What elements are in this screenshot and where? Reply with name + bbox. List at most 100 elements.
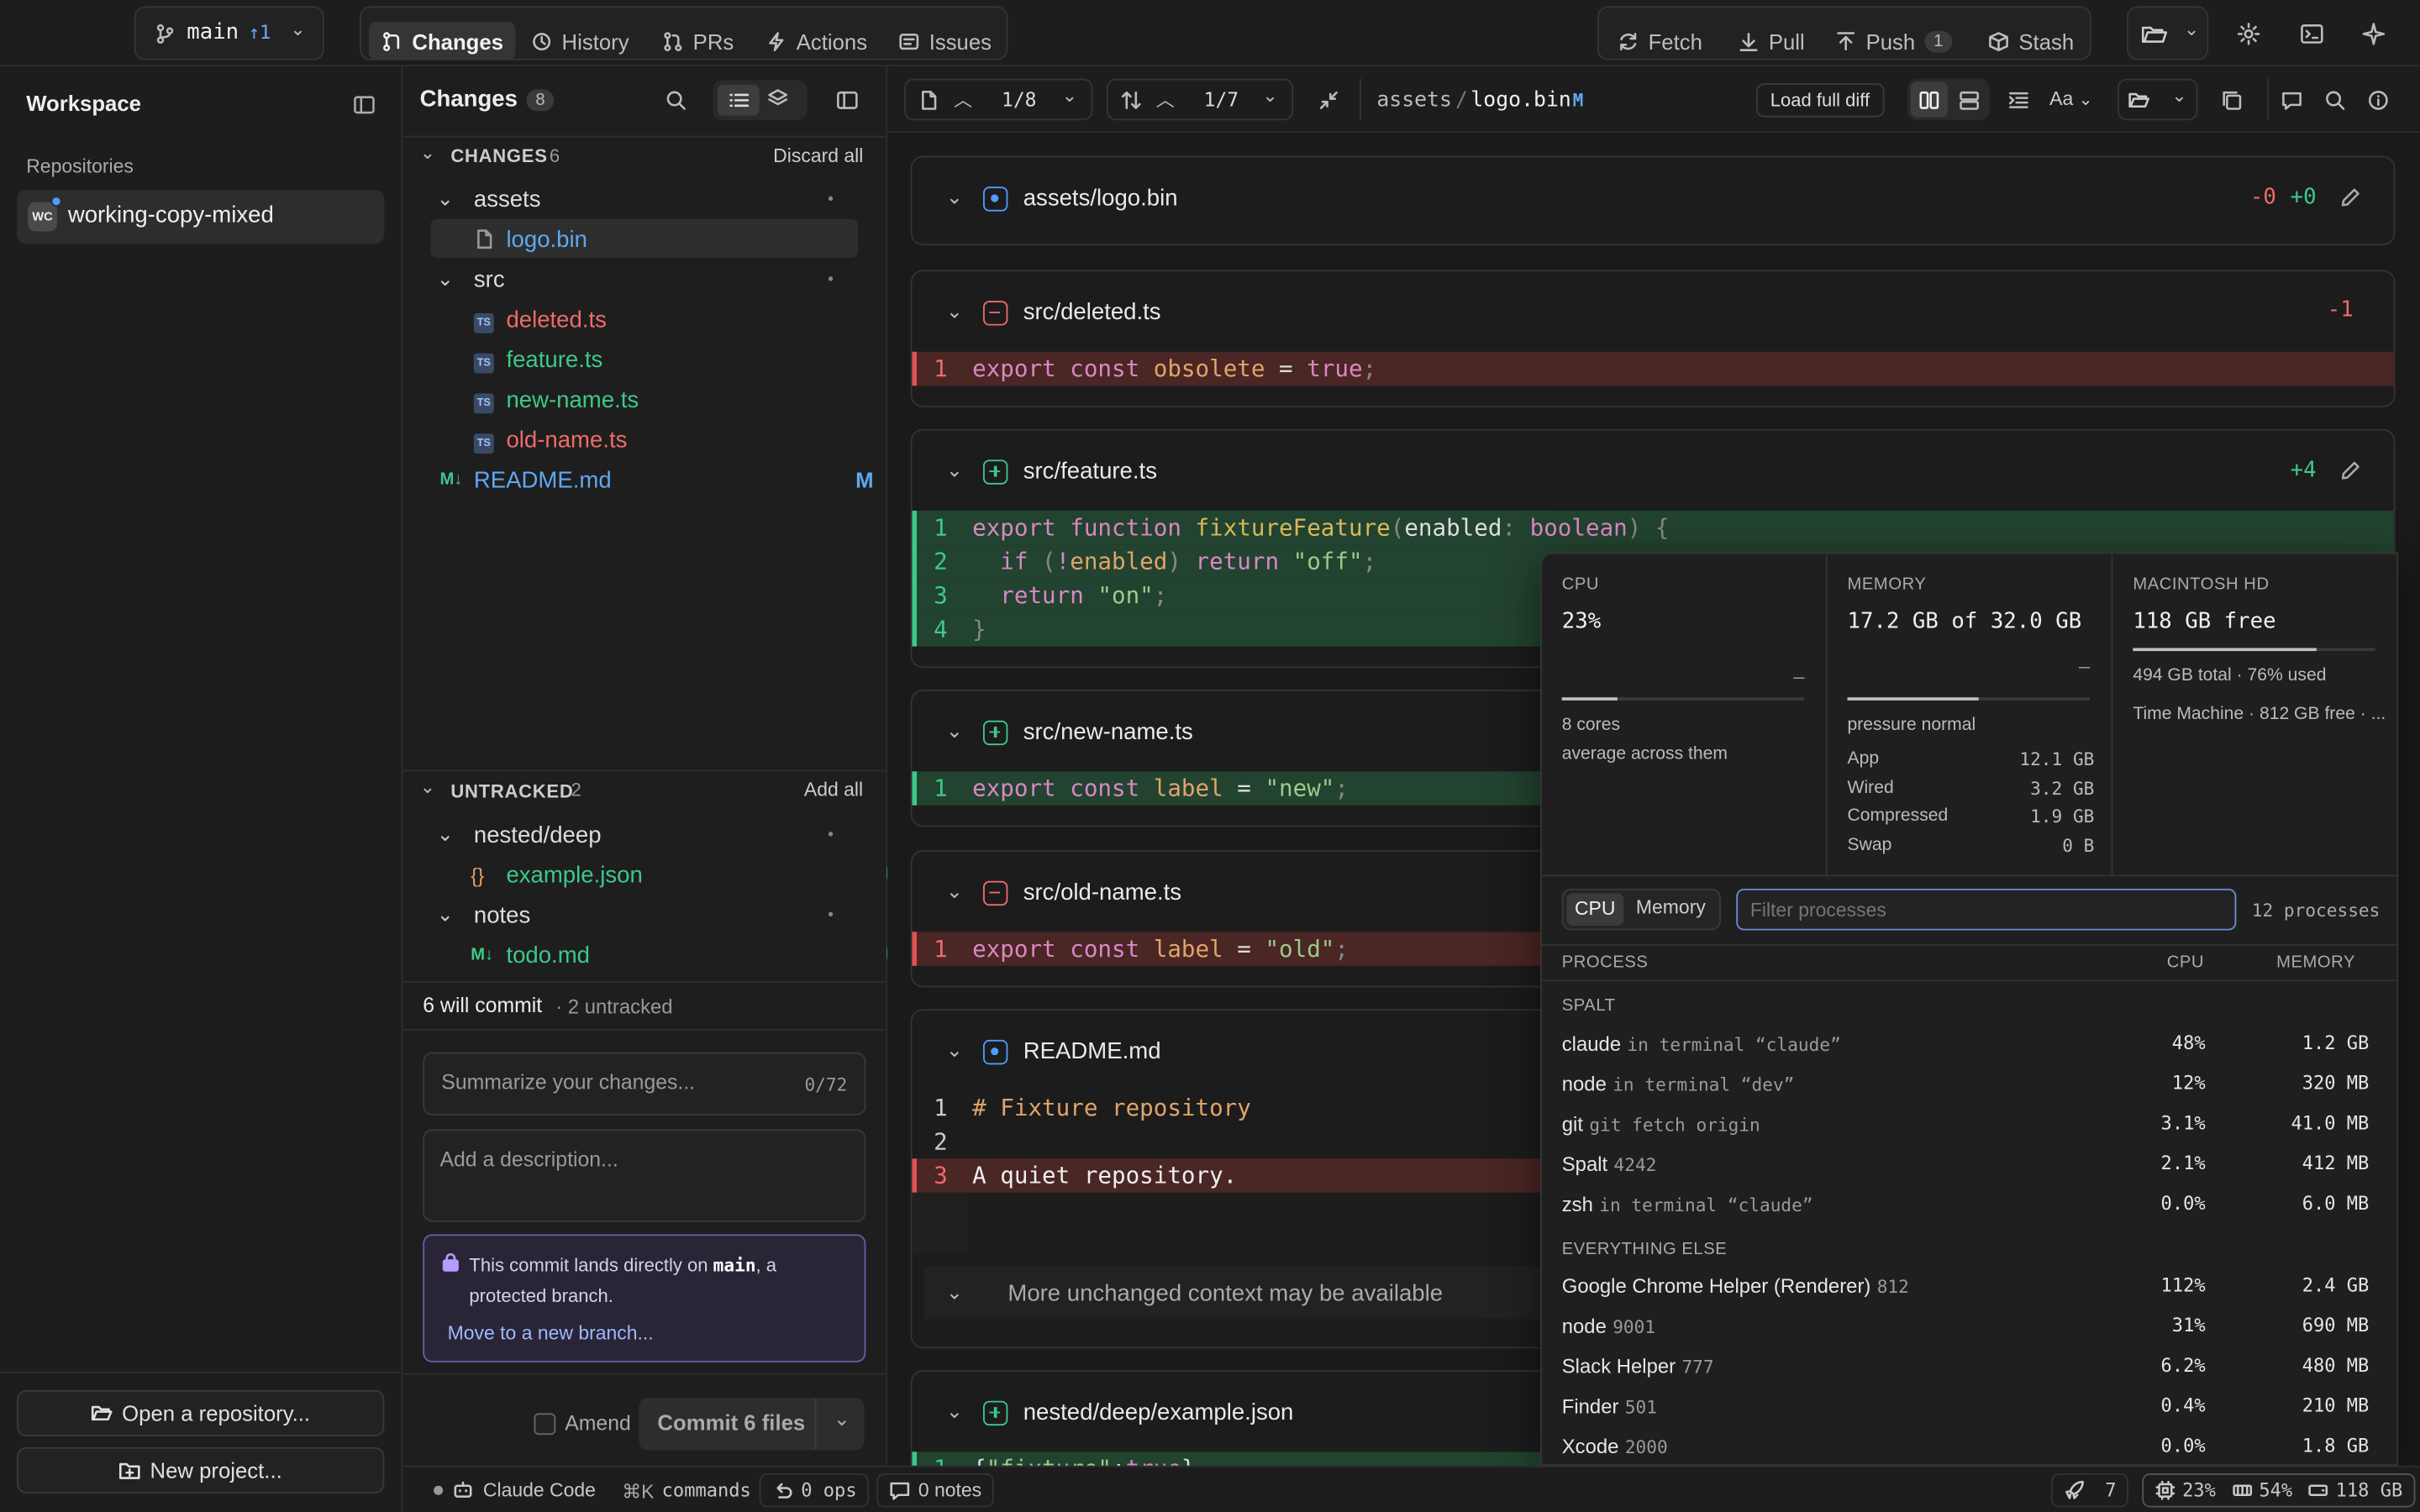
- new-project-button[interactable]: New project...: [17, 1446, 385, 1494]
- chevron-down-icon[interactable]: ⌄: [834, 1407, 850, 1431]
- discard-all-button[interactable]: Discard all: [773, 145, 863, 167]
- system-stats-button[interactable]: 23% 54% 118 GB: [2142, 1473, 2415, 1508]
- panel-layout-icon[interactable]: [836, 90, 858, 112]
- unified-view-icon[interactable]: [1959, 90, 1981, 112]
- hunk-navigator: ︿ 1/7 ⌄: [1106, 78, 1294, 121]
- split-view-icon[interactable]: [1910, 81, 1948, 118]
- tree-folder-nested-deep[interactable]: ⌄ nested/deep •: [437, 815, 885, 855]
- tab-actions[interactable]: Actions: [753, 22, 879, 60]
- changes-section-toggle[interactable]: ⌄: [420, 142, 435, 164]
- info-icon[interactable]: [2367, 90, 2389, 112]
- indent-icon[interactable]: [2008, 90, 2030, 112]
- add-all-button[interactable]: Add all: [804, 780, 863, 801]
- rocket-counter[interactable]: 7: [2050, 1473, 2129, 1508]
- commit-summary-input[interactable]: Summarize your changes... 0/72: [423, 1052, 866, 1116]
- diff-card-header[interactable]: ⌄ assets/logo.bin: [912, 157, 2393, 238]
- sparkle-icon[interactable]: [2361, 22, 2386, 46]
- gear-icon[interactable]: [2236, 22, 2260, 46]
- load-full-diff-button[interactable]: Load full diff: [1756, 83, 1884, 118]
- markdown-icon: M↓: [471, 945, 494, 964]
- column-header-memory[interactable]: MEMORY: [2276, 953, 2355, 972]
- comment-icon[interactable]: [2281, 90, 2303, 112]
- column-header-process[interactable]: PROCESS: [1562, 953, 1649, 972]
- terminal-icon[interactable]: [2300, 22, 2324, 46]
- command-palette-hint[interactable]: ⌘K commands: [622, 1479, 751, 1503]
- diff-file-name: README.md: [1023, 1037, 1161, 1064]
- tree-folder-assets[interactable]: ⌄ assets •: [437, 179, 885, 219]
- process-row[interactable]: zsh in terminal “claude” 0.0% 6.0 MB: [1542, 1184, 2397, 1224]
- process-row[interactable]: node in terminal “dev” 12% 320 MB: [1542, 1063, 2397, 1103]
- list-view-icon[interactable]: [718, 85, 760, 116]
- process-row[interactable]: node 9001 31% 690 MB: [1542, 1305, 2397, 1346]
- stack-view-icon[interactable]: [767, 88, 789, 110]
- tab-changes[interactable]: Changes: [368, 21, 516, 60]
- untracked-section-toggle[interactable]: ⌄: [420, 776, 435, 798]
- diff-card-header[interactable]: ⌄ src/feature.ts: [912, 430, 2393, 511]
- process-row[interactable]: Finder 501 0.4% 210 MB: [1542, 1385, 2397, 1425]
- agent-indicator[interactable]: Claude Code: [452, 1479, 596, 1501]
- search-icon[interactable]: [666, 90, 687, 112]
- notes-button[interactable]: 0 notes: [876, 1473, 994, 1508]
- process-row[interactable]: Xcode 2000 0.0% 1.8 GB: [1542, 1425, 2397, 1464]
- stash-button[interactable]: Stash: [1975, 22, 2086, 60]
- pull-button[interactable]: Pull: [1725, 22, 1817, 60]
- search-icon[interactable]: [2324, 90, 2346, 112]
- tab-prs[interactable]: PRs: [650, 22, 746, 60]
- process-name: Finder 501: [1562, 1394, 1657, 1417]
- branch-selector[interactable]: main ↑1 ⌄: [134, 6, 324, 60]
- chevron-down-icon[interactable]: ⌄: [1262, 85, 1277, 107]
- repo-item-working-copy-mixed[interactable]: WC working-copy-mixed: [17, 189, 385, 244]
- folder-icon: [2141, 24, 2169, 45]
- process-detail: 501: [1624, 1395, 1657, 1418]
- tree-file-new-name-ts[interactable]: TS new-name.ts A: [473, 380, 922, 420]
- collapse-icon[interactable]: [1318, 90, 1340, 112]
- tree-file-logo-bin[interactable]: logo.bin M: [474, 219, 922, 260]
- edit-icon[interactable]: [2339, 186, 2361, 208]
- copy-icon[interactable]: [2221, 90, 2243, 112]
- tree-file-deleted-ts[interactable]: TS deleted.ts D: [473, 299, 922, 339]
- operations-button[interactable]: 0 ops: [759, 1473, 870, 1508]
- filter-processes-input[interactable]: [1736, 888, 2237, 931]
- process-row[interactable]: claude in terminal “claude” 48% 1.2 GB: [1542, 1023, 2397, 1063]
- tree-file-feature-ts[interactable]: TS feature.ts A: [473, 339, 922, 380]
- tree-file-todo-md[interactable]: M↓ todo.md U: [471, 935, 918, 975]
- font-size-toggle[interactable]: Aa ⌄: [2049, 88, 2092, 110]
- process-row[interactable]: Slack Helper 777 6.2% 480 MB: [1542, 1346, 2397, 1386]
- chevron-up-icon[interactable]: ︿: [954, 87, 972, 113]
- process-count: 12 processes: [2251, 899, 2381, 921]
- diff-card-header[interactable]: ⌄ src/deleted.ts: [912, 271, 2393, 352]
- open-folder-menu[interactable]: ⌄: [2126, 6, 2209, 60]
- process-row[interactable]: git git fetch origin 3.1% 41.0 MB: [1542, 1103, 2397, 1143]
- tree-folder-src[interactable]: ⌄ src •: [437, 260, 885, 300]
- push-button[interactable]: Push 1: [1823, 22, 1965, 60]
- tab-issues[interactable]: Issues: [886, 22, 1003, 60]
- sort-by-memory-button[interactable]: Memory: [1636, 896, 1706, 918]
- breadcrumb-dir[interactable]: assets: [1376, 88, 1452, 113]
- process-row[interactable]: Google Chrome Helper (Renderer) 812 112% 2.…: [1542, 1265, 2397, 1305]
- monitor-divider: [1541, 944, 2397, 946]
- open-repository-button[interactable]: Open a repository...: [17, 1389, 385, 1436]
- tab-history[interactable]: History: [518, 22, 641, 60]
- chevron-up-icon[interactable]: ︿: [1156, 87, 1175, 113]
- column-header-cpu[interactable]: CPU: [2167, 953, 2204, 972]
- amend-checkbox[interactable]: [534, 1413, 556, 1436]
- tree-folder-notes[interactable]: ⌄ notes •: [437, 895, 885, 935]
- sidebar-toggle-icon[interactable]: [354, 94, 376, 116]
- move-to-new-branch-link[interactable]: Move to a new branch...: [448, 1322, 654, 1344]
- expand-context-label: More unchanged context may be available: [1007, 1279, 1444, 1306]
- sort-by-cpu-button[interactable]: CPU: [1566, 893, 1624, 927]
- commit-button[interactable]: Commit 6 files: [657, 1410, 805, 1435]
- disk-total: 494 GB total · 76% used: [2133, 666, 2327, 685]
- tree-folder-status: •: [828, 906, 834, 924]
- tree-file-example-json[interactable]: {} example.json U: [471, 855, 918, 895]
- fetch-button[interactable]: Fetch: [1605, 22, 1714, 60]
- tab-history-label: History: [561, 28, 629, 54]
- edit-icon[interactable]: [2339, 459, 2361, 481]
- chevron-down-icon[interactable]: ⌄: [1062, 85, 1077, 107]
- open-in-menu[interactable]: ⌄: [2117, 78, 2198, 121]
- process-memory: 320 MB: [2302, 1072, 2370, 1095]
- process-row[interactable]: Spalt 4242 2.1% 412 MB: [1542, 1143, 2397, 1184]
- tree-file-readme-md[interactable]: M↓ README.md M: [439, 459, 887, 500]
- tree-file-old-name-ts[interactable]: TS old-name.ts D: [473, 420, 922, 460]
- commit-description-input[interactable]: Add a description...: [423, 1129, 866, 1222]
